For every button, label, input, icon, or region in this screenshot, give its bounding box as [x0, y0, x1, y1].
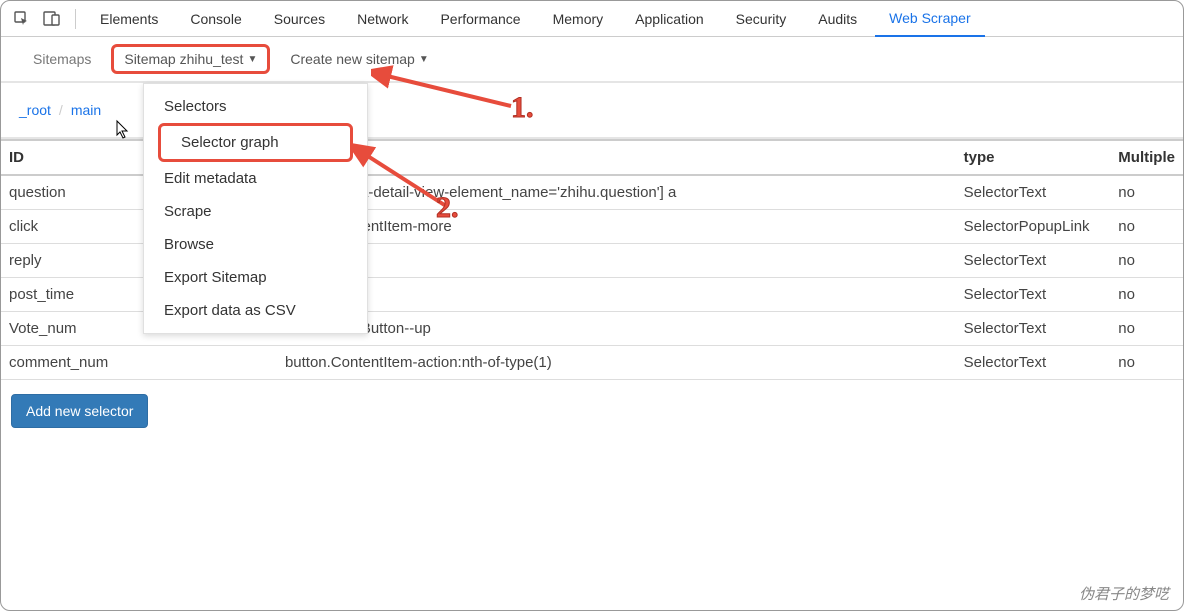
table-row[interactable]: comment_numbutton.ContentItem-action:nth… — [1, 346, 1183, 380]
cursor-icon — [114, 119, 132, 144]
tab-security[interactable]: Security — [722, 1, 801, 37]
annotation-1: 1. — [511, 91, 534, 125]
tab-elements[interactable]: Elements — [86, 1, 172, 37]
cell-multiple: no — [1110, 210, 1183, 244]
cell-type: SelectorText — [956, 244, 1111, 278]
tab-network[interactable]: Network — [343, 1, 422, 37]
tab-sources[interactable]: Sources — [260, 1, 339, 37]
tab-web-scraper[interactable]: Web Scraper — [875, 1, 984, 37]
cell-multiple: no — [1110, 312, 1183, 346]
tab-application[interactable]: Application — [621, 1, 718, 37]
current-sitemap-label: Sitemap zhihu_test — [124, 51, 243, 67]
cell-selector: button.ContentItem-more — [277, 210, 956, 244]
menu-export-csv[interactable]: Export data as CSV — [144, 294, 367, 327]
nav-sitemaps[interactable]: Sitemaps — [19, 45, 105, 73]
devtools-tab-bar: Elements Console Sources Network Perform… — [1, 1, 1183, 37]
scraper-nav-bar: Sitemaps Sitemap zhihu_test ▼ Create new… — [1, 37, 1183, 83]
breadcrumb-separator: / — [59, 102, 63, 118]
menu-scrape[interactable]: Scrape — [144, 195, 367, 228]
tab-performance[interactable]: Performance — [426, 1, 534, 37]
menu-edit-metadata[interactable]: Edit metadata — [144, 162, 367, 195]
cell-selector: button.VoteButton--up — [277, 312, 956, 346]
separator — [75, 9, 76, 29]
col-header-multiple: Multiple — [1110, 140, 1183, 175]
cell-type: SelectorText — [956, 278, 1111, 312]
chevron-down-icon: ▼ — [247, 54, 257, 65]
sitemap-dropdown-menu: Selectors Selector graph Edit metadata S… — [143, 83, 368, 334]
cell-multiple: no — [1110, 244, 1183, 278]
cell-selector: button.ContentItem-action:nth-of-type(1) — [277, 346, 956, 380]
create-new-label: Create new sitemap — [290, 51, 415, 67]
annotation-2: 2. — [436, 191, 459, 225]
menu-selectors[interactable]: Selectors — [144, 90, 367, 123]
cell-selector — [277, 244, 956, 278]
inspect-icon[interactable] — [9, 6, 35, 32]
cell-type: SelectorPopupLink — [956, 210, 1111, 244]
breadcrumb-root[interactable]: _root — [19, 102, 51, 118]
cell-selector — [277, 278, 956, 312]
cell-type: SelectorText — [956, 312, 1111, 346]
tab-memory[interactable]: Memory — [539, 1, 618, 37]
breadcrumb-main[interactable]: main — [71, 102, 101, 118]
watermark: 伪君子的梦呓 — [1079, 583, 1169, 604]
cell-multiple: no — [1110, 175, 1183, 210]
menu-browse[interactable]: Browse — [144, 228, 367, 261]
cell-selector: h2 a[data-za-detail-view-element_name='z… — [277, 175, 956, 210]
col-header-selector: Selector — [277, 140, 956, 175]
tab-audits[interactable]: Audits — [804, 1, 871, 37]
cell-multiple: no — [1110, 278, 1183, 312]
cell-multiple: no — [1110, 346, 1183, 380]
chevron-down-icon: ▼ — [419, 54, 429, 65]
nav-create-new-dropdown[interactable]: Create new sitemap ▼ — [276, 45, 442, 73]
col-header-type: type — [956, 140, 1111, 175]
add-new-selector-button[interactable]: Add new selector — [11, 394, 148, 428]
cell-id: comment_num — [1, 346, 277, 380]
tab-console[interactable]: Console — [176, 1, 255, 37]
device-toggle-icon[interactable] — [39, 6, 65, 32]
menu-selector-graph[interactable]: Selector graph — [158, 123, 353, 162]
nav-current-sitemap-dropdown[interactable]: Sitemap zhihu_test ▼ — [111, 44, 270, 74]
cell-type: SelectorText — [956, 346, 1111, 380]
cell-type: SelectorText — [956, 175, 1111, 210]
menu-export-sitemap[interactable]: Export Sitemap — [144, 261, 367, 294]
